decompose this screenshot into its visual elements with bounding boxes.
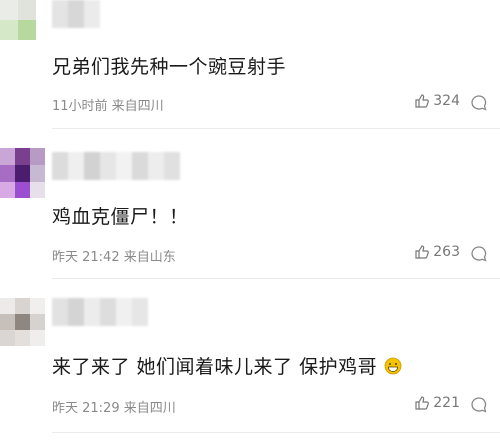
reply-bubble-icon[interactable] (470, 245, 488, 263)
comment-meta: 11小时前 来自四川 (52, 99, 164, 114)
comment-item-2: 鸡血克僵尸！！ 昨天 21:42 来自山东 263 (0, 148, 500, 279)
like-count: 221 (433, 395, 460, 411)
comment-meta: 昨天 21:42 来自山东 (52, 250, 176, 265)
username-blurred[interactable] (52, 152, 180, 180)
thumbs-up-icon (415, 94, 430, 108)
reply-bubble-icon[interactable] (470, 94, 488, 112)
like-button[interactable]: 221 (414, 395, 460, 411)
separator (52, 432, 500, 433)
thumbs-up-icon (415, 245, 430, 259)
like-count: 324 (433, 93, 460, 109)
avatar-pixelated[interactable] (0, 148, 45, 198)
separator (52, 128, 500, 129)
username-blurred[interactable] (52, 0, 100, 28)
like-button[interactable]: 263 (414, 244, 460, 260)
like-count: 263 (433, 244, 460, 260)
comment-meta: 昨天 21:29 来自四川 (52, 401, 176, 416)
avatar-pixelated[interactable] (0, 0, 45, 40)
comment-item-3: 来了来了 她们闻着味儿来了 保护鸡哥 昨天 21:29 来自四川 221 (0, 292, 500, 440)
comment-text: 来了来了 她们闻着味儿来了 保护鸡哥 (52, 352, 402, 379)
thumbs-up-icon (415, 396, 430, 410)
like-button[interactable]: 324 (414, 93, 460, 109)
comment-text: 兄弟们我先种一个豌豆射手 (52, 56, 287, 78)
comment-item-1: 兄弟们我先种一个豌豆射手 11小时前 来自四川 324 (0, 0, 500, 130)
separator (52, 278, 500, 279)
avatar-pixelated[interactable] (0, 298, 45, 346)
grinning-face-emoji (384, 357, 402, 375)
comment-text-content: 来了来了 她们闻着味儿来了 保护鸡哥 (52, 356, 378, 378)
comment-text: 鸡血克僵尸！！ (52, 206, 189, 228)
reply-bubble-icon[interactable] (470, 396, 488, 414)
username-blurred[interactable] (52, 298, 148, 326)
